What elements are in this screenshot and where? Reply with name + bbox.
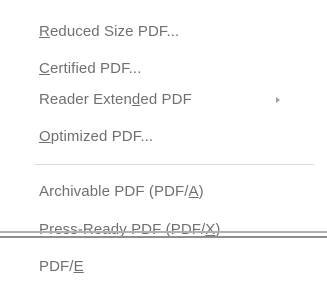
menu-item-archivable-pdf[interactable]: Archivable PDF (PDF/A): [39, 180, 204, 204]
menu-item-pdf-e[interactable]: PDF/E: [39, 255, 84, 279]
menu-item-label-post: educed Size PDF...: [49, 23, 180, 40]
menu-item-mnemonic: E: [73, 258, 84, 275]
menu-item-press-ready-pdf[interactable]: Press-Ready PDF (PDF/X): [39, 218, 221, 242]
menu-item-label-post: ed PDF: [140, 91, 192, 108]
menu-item-mnemonic: R: [39, 23, 50, 40]
menu-item-label-post: ertified PDF...: [49, 60, 142, 77]
save-as-pdf-submenu: Reduced Size PDF... Certified PDF... Rea…: [0, 0, 327, 291]
menu-separator: [34, 164, 314, 165]
menu-item-label-pre: Archivable PDF (PDF/: [39, 183, 189, 200]
menu-item-reduced-size-pdf[interactable]: Reduced Size PDF...: [39, 20, 179, 44]
menu-item-reader-extended-pdf[interactable]: Reader Extended PDF: [39, 88, 192, 112]
menu-item-label-pre: PDF/: [39, 258, 74, 275]
menu-item-certified-pdf[interactable]: Certified PDF...: [39, 57, 141, 81]
overlay-line: [0, 236, 327, 238]
overlay-line: [0, 231, 327, 233]
menu-item-label-pre: Reader Exten: [39, 91, 132, 108]
menu-item-mnemonic: O: [39, 128, 51, 145]
menu-item-optimized-pdf[interactable]: Optimized PDF...: [39, 125, 153, 149]
menu-item-label-post: ptimized PDF...: [50, 128, 154, 145]
menu-item-mnemonic: C: [39, 60, 50, 77]
menu-item-mnemonic: A: [188, 183, 199, 200]
chevron-right-icon: [276, 97, 280, 103]
menu-item-label-post: ): [198, 183, 204, 200]
